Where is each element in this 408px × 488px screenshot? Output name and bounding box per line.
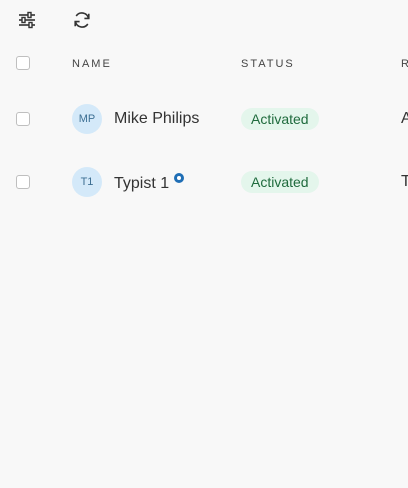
refresh-icon	[74, 12, 90, 28]
table-row[interactable]: MP Mike Philips Activated A	[0, 97, 408, 141]
filter-settings-button[interactable]	[14, 7, 40, 33]
avatar: MP	[72, 104, 102, 134]
admin-badge-icon	[174, 173, 185, 183]
users-table-page: NAME STATUS R MP Mike Philips Activated …	[0, 0, 408, 488]
refresh-button[interactable]	[69, 7, 95, 33]
select-all-checkbox[interactable]	[16, 56, 30, 70]
status-badge: Activated	[241, 108, 319, 130]
sliders-icon	[19, 11, 35, 29]
table-toolbar	[0, 0, 408, 40]
user-name-text: Mike Philips	[114, 110, 200, 127]
table-row[interactable]: T1 Typist 1 Activated T	[0, 160, 408, 204]
row-checkbox[interactable]	[16, 175, 30, 189]
role-cell: T	[401, 173, 408, 190]
column-header-name[interactable]: NAME	[72, 58, 112, 70]
user-name-text: Typist 1	[114, 175, 170, 192]
avatar: T1	[72, 167, 102, 197]
column-header-role[interactable]: R	[401, 58, 408, 70]
user-name[interactable]: Mike Philips	[114, 110, 199, 128]
column-header-status[interactable]: STATUS	[241, 58, 295, 70]
status-badge: Activated	[241, 171, 319, 193]
role-cell: A	[401, 110, 408, 127]
user-name[interactable]: Typist 1	[114, 173, 185, 193]
row-checkbox[interactable]	[16, 112, 30, 126]
